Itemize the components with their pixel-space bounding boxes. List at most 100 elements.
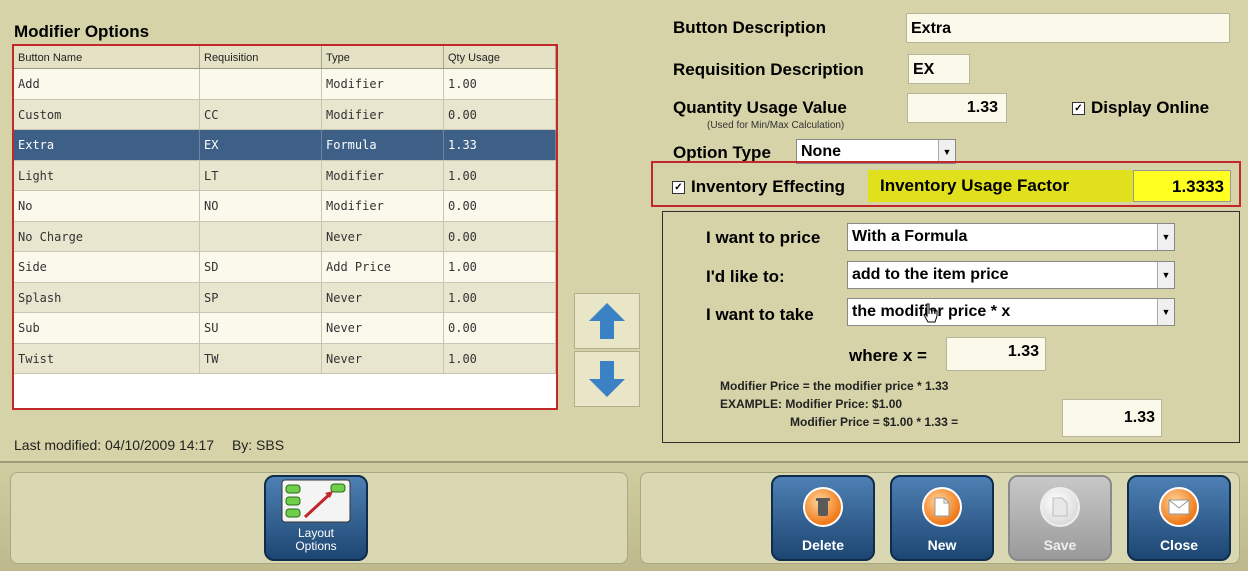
modifier-grid[interactable]: Button Name Requisition Type Qty Usage A… bbox=[12, 44, 558, 410]
table-row[interactable]: Custom CC Modifier 0.00 bbox=[14, 99, 556, 130]
envelope-icon bbox=[1159, 487, 1199, 527]
table-row[interactable]: Light LT Modifier 1.00 bbox=[14, 160, 556, 191]
save-icon bbox=[1040, 487, 1080, 527]
checkbox-checked-icon: ✓ bbox=[1072, 102, 1085, 116]
cell-type: Never bbox=[322, 343, 444, 373]
like-to-label: I'd like to: bbox=[706, 267, 785, 286]
inventory-effecting-checkbox[interactable]: ✓ Inventory Effecting bbox=[672, 177, 845, 197]
cell-qty-usage: 0.00 bbox=[444, 99, 556, 129]
display-online-checkbox[interactable]: ✓ Display Online bbox=[1072, 98, 1209, 118]
inventory-effecting-label: Inventory Effecting bbox=[691, 177, 845, 196]
cell-requisition bbox=[200, 69, 322, 99]
modifier-options-title: Modifier Options bbox=[14, 22, 150, 41]
close-button[interactable]: Close bbox=[1127, 475, 1231, 561]
table-row[interactable]: Extra EX Formula 1.33 bbox=[14, 130, 556, 161]
display-online-label: Display Online bbox=[1091, 98, 1210, 117]
table-row[interactable]: Side SD Add Price 1.00 bbox=[14, 252, 556, 283]
cell-button-name: Add bbox=[14, 69, 200, 99]
table-row[interactable]: Splash SP Never 1.00 bbox=[14, 282, 556, 313]
move-up-button[interactable] bbox=[574, 293, 640, 349]
cell-qty-usage: 0.00 bbox=[444, 191, 556, 221]
button-description-label: Button Description bbox=[673, 18, 826, 37]
cell-qty-usage: 1.00 bbox=[444, 282, 556, 312]
table-row[interactable]: Sub SU Never 0.00 bbox=[14, 313, 556, 344]
inventory-usage-factor-field[interactable]: 1.3333 bbox=[1133, 170, 1231, 202]
want-to-price-select[interactable]: With a Formula ▼ bbox=[847, 223, 1175, 251]
column-header-button-name[interactable]: Button Name bbox=[14, 46, 200, 68]
cell-requisition: NO bbox=[200, 191, 322, 221]
cell-button-name: Custom bbox=[14, 99, 200, 129]
trash-icon bbox=[803, 487, 843, 527]
table-row[interactable]: Add Modifier 1.00 bbox=[14, 69, 556, 100]
save-label: Save bbox=[1043, 537, 1077, 553]
cell-type: Modifier bbox=[322, 69, 444, 99]
save-button[interactable]: Save bbox=[1008, 475, 1112, 561]
move-down-button[interactable] bbox=[574, 351, 640, 407]
column-header-qty-usage[interactable]: Qty Usage bbox=[444, 46, 556, 68]
chevron-down-icon[interactable]: ▼ bbox=[1157, 299, 1174, 325]
cell-requisition: SD bbox=[200, 252, 322, 282]
cell-requisition: TW bbox=[200, 343, 322, 373]
chevron-down-icon[interactable]: ▼ bbox=[1157, 262, 1174, 288]
want-to-price-value: With a Formula bbox=[852, 228, 968, 245]
quantity-usage-note: (Used for Min/Max Calculation) bbox=[707, 120, 845, 131]
cell-requisition: EX bbox=[200, 130, 322, 160]
requisition-description-field[interactable]: EX bbox=[908, 54, 970, 84]
modified-by-text: By: SBS bbox=[231, 437, 285, 453]
like-to-select[interactable]: add to the item price ▼ bbox=[847, 261, 1175, 289]
cell-button-name: No Charge bbox=[14, 221, 200, 251]
cell-type: Modifier bbox=[322, 160, 444, 190]
close-label: Close bbox=[1159, 537, 1199, 553]
layout-options-label-2: Options bbox=[295, 539, 337, 553]
arrow-up-icon bbox=[589, 303, 625, 339]
cell-button-name: Twist bbox=[14, 343, 200, 373]
column-header-requisition[interactable]: Requisition bbox=[200, 46, 322, 68]
quantity-usage-field[interactable]: 1.33 bbox=[907, 93, 1007, 123]
cell-qty-usage: 1.00 bbox=[444, 343, 556, 373]
cell-type: Modifier bbox=[322, 99, 444, 129]
cell-type: Modifier bbox=[322, 191, 444, 221]
cell-type: Never bbox=[322, 313, 444, 343]
option-type-label: Option Type bbox=[673, 143, 771, 162]
table-row[interactable]: No NO Modifier 0.00 bbox=[14, 191, 556, 222]
cell-qty-usage: 1.00 bbox=[444, 160, 556, 190]
chevron-down-icon[interactable]: ▼ bbox=[1157, 224, 1174, 250]
cell-qty-usage: 1.00 bbox=[444, 69, 556, 99]
want-to-take-select[interactable]: the modifier price * x ▼ bbox=[847, 298, 1175, 326]
cell-button-name: Splash bbox=[14, 282, 200, 312]
layout-options-icon bbox=[281, 479, 351, 523]
table-row[interactable]: No Charge Never 0.00 bbox=[14, 221, 556, 252]
layout-options-button[interactable]: Layout Options bbox=[264, 475, 368, 561]
want-to-price-label: I want to price bbox=[706, 228, 821, 247]
cell-button-name: No bbox=[14, 191, 200, 221]
cell-type: Never bbox=[322, 221, 444, 251]
option-type-value: None bbox=[801, 142, 841, 160]
cell-button-name: Side bbox=[14, 252, 200, 282]
new-button[interactable]: New bbox=[890, 475, 994, 561]
want-to-take-label: I want to take bbox=[706, 305, 814, 324]
last-modified-text: Last modified: 04/10/2009 14:17 bbox=[14, 437, 215, 453]
cell-requisition: LT bbox=[200, 160, 322, 190]
want-to-take-value: the modifier price * x bbox=[852, 303, 1011, 320]
quantity-usage-label: Quantity Usage Value bbox=[673, 98, 847, 117]
new-label: New bbox=[927, 537, 957, 553]
checkbox-checked-icon: ✓ bbox=[672, 181, 685, 195]
cell-qty-usage: 1.00 bbox=[444, 252, 556, 282]
cell-requisition: SP bbox=[200, 282, 322, 312]
cell-qty-usage: 1.33 bbox=[444, 130, 556, 160]
cell-button-name: Extra bbox=[14, 130, 200, 160]
like-to-value: add to the item price bbox=[852, 266, 1009, 283]
arrow-down-icon bbox=[589, 361, 625, 397]
cell-qty-usage: 0.00 bbox=[444, 221, 556, 251]
table-row[interactable]: Twist TW Never 1.00 bbox=[14, 343, 556, 374]
chevron-down-icon[interactable]: ▼ bbox=[938, 140, 955, 163]
formula-explanation-1: Modifier Price = the modifier price * 1.… bbox=[720, 379, 949, 393]
cell-button-name: Sub bbox=[14, 313, 200, 343]
new-document-icon bbox=[922, 487, 962, 527]
where-x-field[interactable]: 1.33 bbox=[946, 337, 1046, 371]
delete-button[interactable]: Delete bbox=[771, 475, 875, 561]
button-description-field[interactable]: Extra bbox=[906, 13, 1230, 43]
grid-body: Add Modifier 1.00 Custom CC Modifier 0.00 Extra… bbox=[14, 69, 556, 374]
where-x-label: where x = bbox=[849, 346, 927, 365]
column-header-type[interactable]: Type bbox=[322, 46, 444, 68]
